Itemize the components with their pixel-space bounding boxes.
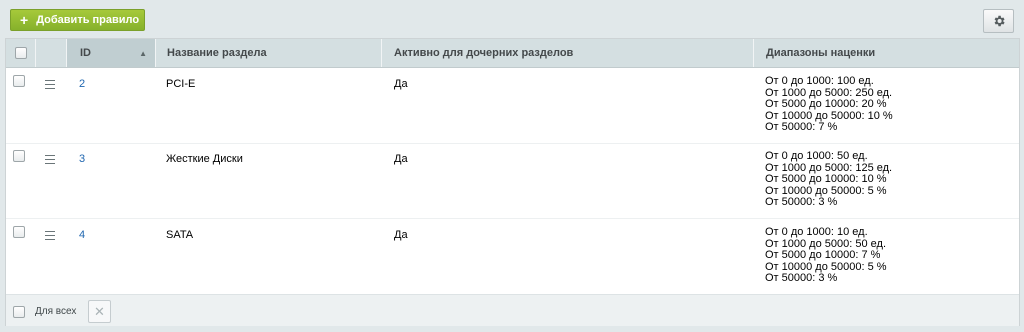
row-section-name: SATA bbox=[166, 229, 194, 241]
table-header: ID ▲ Название раздела Активно для дочерн… bbox=[6, 39, 1019, 68]
row-section-name: Жесткие Диски bbox=[166, 153, 243, 165]
column-header-id[interactable]: ID ▲ bbox=[67, 39, 156, 67]
table-row[interactable]: 2 PCI-E Да От 0 до 1000: 100 ед. От 1000… bbox=[6, 68, 1019, 144]
row-ranges: От 0 до 1000: 100 ед. От 1000 до 5000: 2… bbox=[765, 75, 893, 133]
toolbar: + Добавить правило bbox=[0, 0, 1024, 38]
column-header-ranges-label: Диапазоны наценки bbox=[766, 47, 876, 59]
row-checkbox[interactable] bbox=[13, 150, 25, 162]
table-row[interactable]: 4 SATA Да От 0 до 1000: 10 ед. От 1000 д… bbox=[6, 219, 1019, 295]
row-checkbox[interactable] bbox=[13, 75, 25, 87]
row-id-link[interactable]: 2 bbox=[79, 78, 85, 91]
row-menu-icon[interactable] bbox=[45, 80, 55, 92]
row-active-value: Да bbox=[394, 153, 408, 165]
row-id-link[interactable]: 4 bbox=[79, 229, 85, 242]
row-ranges: От 0 до 1000: 10 ед. От 1000 до 5000: 50… bbox=[765, 226, 887, 284]
add-rule-label: Добавить правило bbox=[36, 14, 140, 26]
gear-icon bbox=[994, 15, 1005, 27]
column-header-active-label: Активно для дочерних разделов bbox=[394, 47, 574, 59]
header-select-all-cell bbox=[6, 39, 36, 67]
row-id-link[interactable]: 3 bbox=[79, 153, 85, 166]
row-ranges: От 0 до 1000: 50 ед. От 1000 до 5000: 12… bbox=[765, 150, 893, 208]
table-row[interactable]: 3 Жесткие Диски Да От 0 до 1000: 50 ед. … bbox=[6, 143, 1019, 219]
column-header-ranges[interactable]: Диапазоны наценки bbox=[754, 39, 1019, 67]
sort-ascending-icon: ▲ bbox=[139, 49, 147, 58]
add-rule-button[interactable]: + Добавить правило bbox=[10, 9, 145, 31]
plus-icon: + bbox=[20, 12, 29, 28]
select-all-checkbox[interactable] bbox=[14, 47, 27, 59]
row-menu-icon[interactable] bbox=[45, 231, 55, 243]
table-footer: Для всех ✕ bbox=[6, 294, 1019, 326]
row-menu-icon[interactable] bbox=[45, 155, 55, 167]
column-header-active[interactable]: Активно для дочерних разделов bbox=[382, 39, 754, 67]
column-header-section[interactable]: Название раздела bbox=[156, 39, 382, 67]
row-active-value: Да bbox=[394, 78, 408, 90]
column-header-id-label: ID bbox=[80, 47, 91, 59]
column-header-section-label: Название раздела bbox=[167, 47, 267, 59]
settings-button[interactable] bbox=[983, 9, 1014, 33]
row-active-value: Да bbox=[394, 229, 408, 241]
for-all-label: Для всех bbox=[35, 306, 77, 317]
row-checkbox[interactable] bbox=[13, 226, 25, 238]
for-all-checkbox[interactable] bbox=[13, 306, 25, 318]
header-actions-cell bbox=[36, 39, 67, 67]
row-section-name: PCI-E bbox=[166, 78, 196, 90]
close-icon: ✕ bbox=[94, 303, 105, 319]
delete-button[interactable]: ✕ bbox=[88, 300, 111, 323]
rules-grid: ID ▲ Название раздела Активно для дочерн… bbox=[5, 38, 1020, 326]
